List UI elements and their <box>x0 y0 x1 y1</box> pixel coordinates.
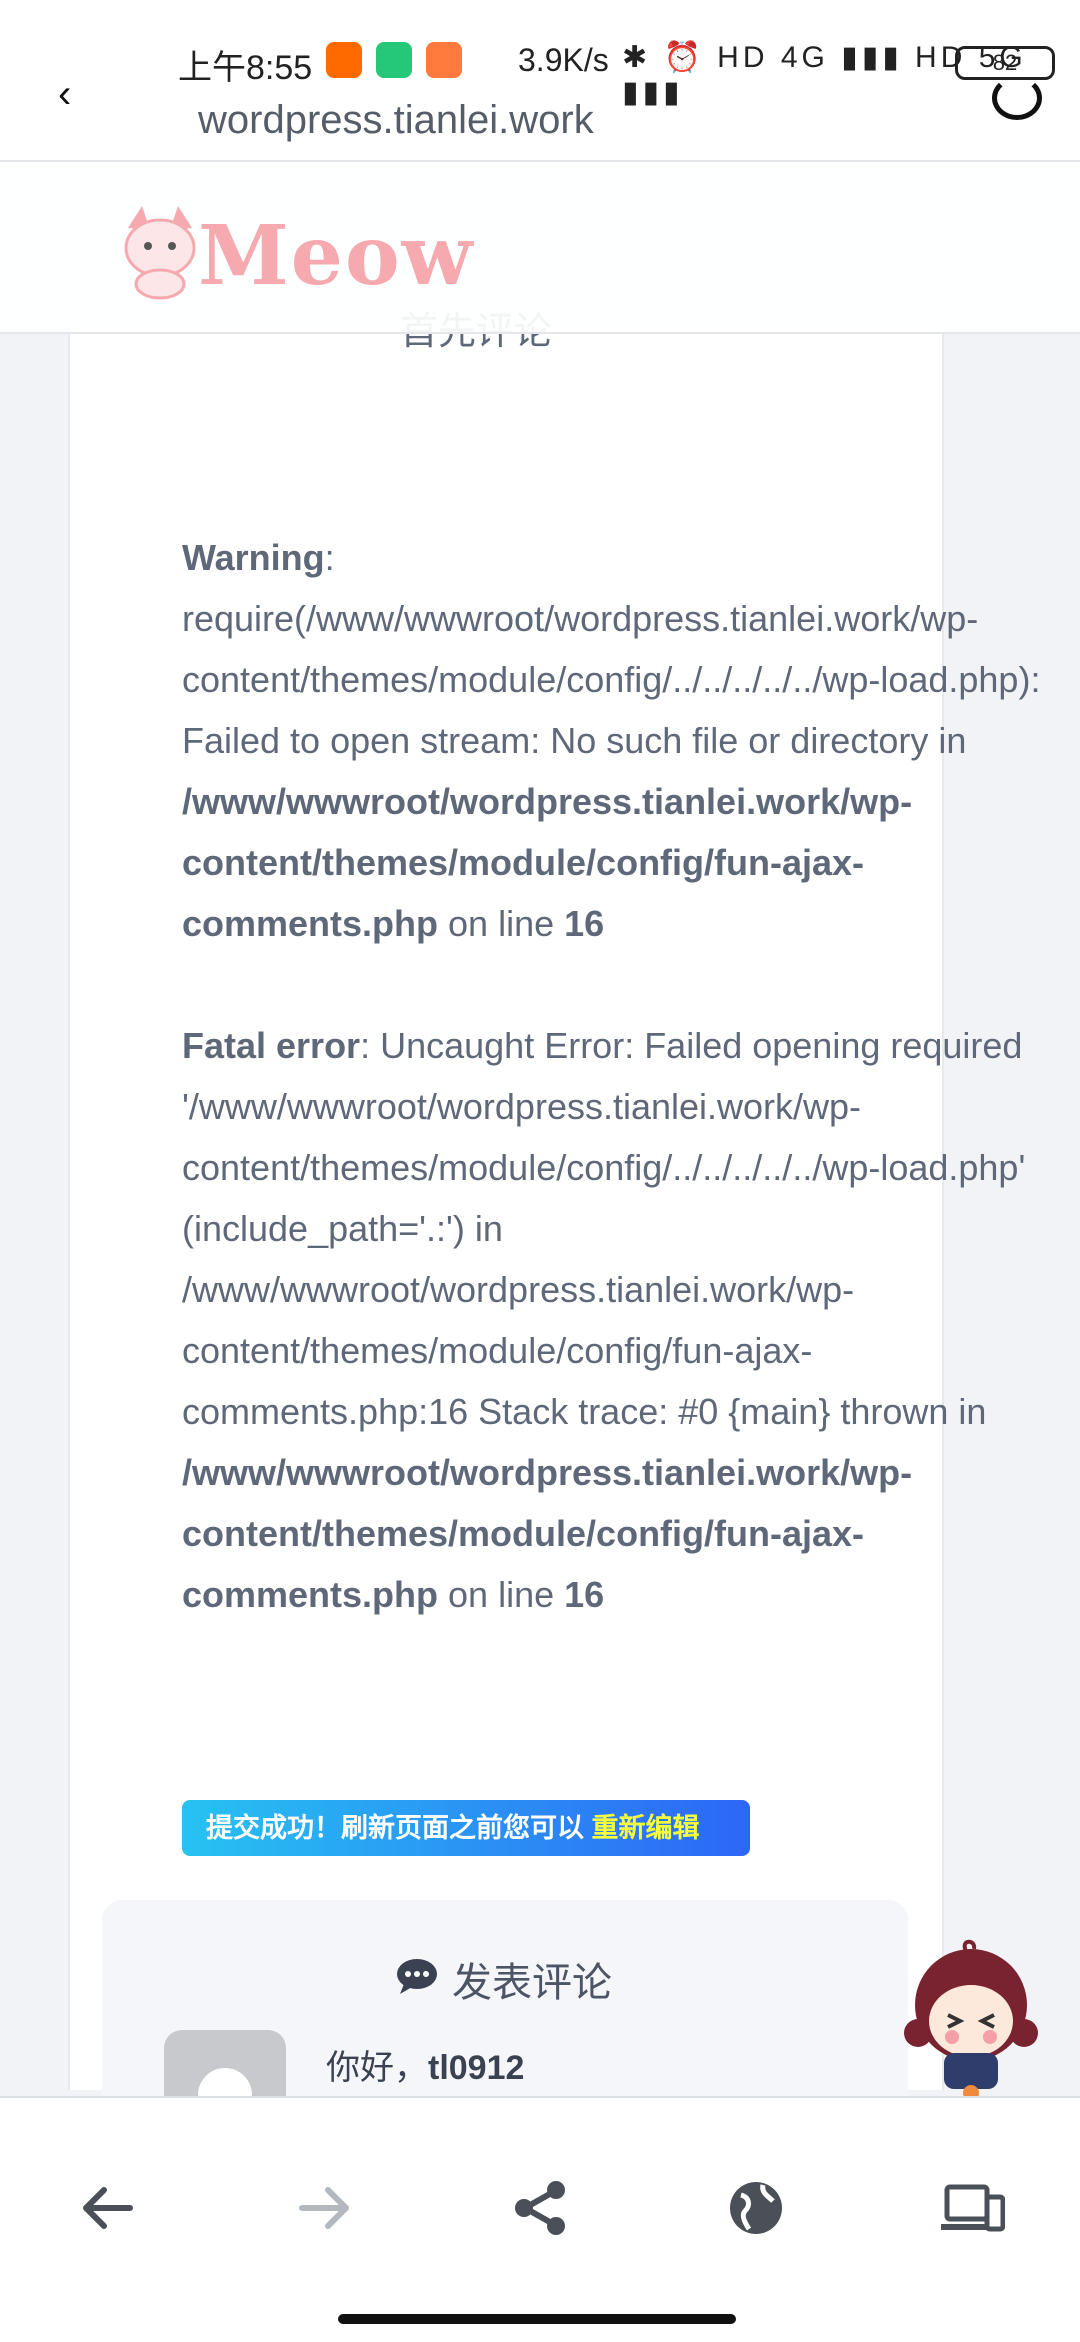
devices-icon <box>941 2184 1005 2232</box>
globe-button[interactable] <box>716 2168 796 2248</box>
mascot-character-icon[interactable] <box>896 1935 1046 2100</box>
share-icon <box>515 2181 565 2235</box>
warning-label: Warning <box>182 537 325 578</box>
home-indicator[interactable] <box>338 2314 736 2324</box>
fatal-text: : Uncaught Error: Failed opening require… <box>182 1025 1026 1432</box>
globe-icon <box>730 2182 782 2234</box>
form-title: 发表评论 <box>452 1961 612 2005</box>
fatal-line-number: 16 <box>564 1574 605 1615</box>
php-warning: Warning: require(/www/wwwroot/wordpress.… <box>182 537 1041 944</box>
php-fatal-error: Fatal error: Uncaught Error: Failed open… <box>182 1025 1026 1615</box>
store-app-icon <box>426 42 462 78</box>
chat-bubble-icon <box>397 1959 437 1994</box>
warning-line-number: 16 <box>564 903 605 944</box>
cat-logo-icon <box>124 206 196 300</box>
url-bar[interactable]: wordpress.tianlei.work <box>198 98 594 143</box>
arrow-left-icon <box>83 2187 133 2229</box>
fatal-label: Fatal error <box>182 1025 361 1066</box>
status-bar: 上午8:55 3.9K/s ✱ ⏰ HD 4G ▮▮▮ HD 5G ▮▮▮ 82… <box>0 0 1080 160</box>
site-header: Meow <box>0 160 1080 334</box>
logo-text: Meow <box>198 208 475 304</box>
site-logo[interactable]: Meow <box>120 200 472 304</box>
mi-app-icon <box>326 42 362 78</box>
forward-button[interactable] <box>284 2168 364 2248</box>
reload-icon[interactable] <box>992 76 1042 120</box>
back-button[interactable] <box>68 2168 148 2248</box>
mijia-app-icon <box>376 42 412 78</box>
devices-button[interactable] <box>932 2168 1012 2248</box>
chevron-left-icon[interactable]: ‹ <box>58 72 71 117</box>
arrow-right-icon <box>299 2187 349 2229</box>
php-error-output: Warning: require(/www/wwwroot/wordpress.… <box>182 527 1080 1625</box>
share-button[interactable] <box>500 2168 580 2248</box>
network-speed: 3.9K/s <box>518 42 609 78</box>
username[interactable]: tl0912 <box>428 2049 524 2087</box>
battery-indicator: 82 <box>955 46 1055 80</box>
submit-success-banner: 提交成功！刷新页面之前您可以 重新编辑 <box>182 1800 750 1856</box>
re-edit-link[interactable]: 重新编辑 <box>592 1813 700 1843</box>
user-greeting: 你好，tl0912 <box>326 2049 525 2087</box>
browser-toolbar <box>0 2096 1080 2342</box>
success-message: 提交成功！刷新页面之前您可以 <box>206 1813 584 1843</box>
status-time: 上午8:55 <box>178 49 313 87</box>
